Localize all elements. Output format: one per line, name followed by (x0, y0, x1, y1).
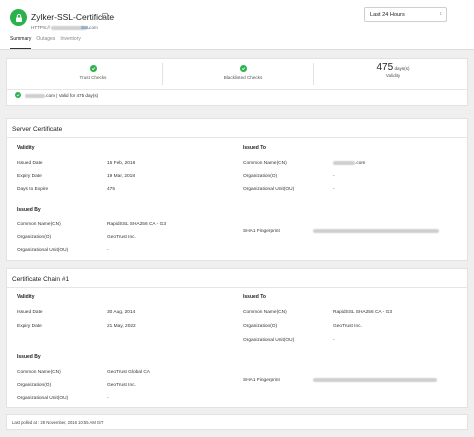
tab-outages[interactable]: Outages (36, 36, 55, 49)
validity-label: Validity (385, 73, 401, 78)
check-circle-icon (239, 65, 247, 72)
field-label: Issued Date (17, 161, 43, 166)
field-label: Expiry Date (17, 174, 42, 179)
field-value: - (333, 174, 335, 179)
field-value: 30 Aug, 2014 (107, 310, 136, 315)
field-value: GeoTrust Inc. (107, 235, 136, 240)
section-title: Server Certificate (12, 126, 63, 133)
field-label: Organization(O) (17, 235, 52, 240)
field-label: Expiry Date (17, 324, 42, 329)
chevron-updown-icon: ↕ (439, 11, 443, 17)
url-prefix: HTTPS:// (31, 25, 50, 30)
validity-status-value: .com | Valid for 475 day(s) (45, 93, 99, 98)
field-value-text: .com (355, 161, 366, 167)
redacted-fingerprint (313, 378, 437, 382)
issued-by-heading: Issued By (17, 207, 41, 213)
trust-checks-stat: Trust Checks (43, 65, 143, 80)
field-label: Common Name(CN) (17, 222, 61, 227)
field-label: Common Name(CN) (243, 161, 287, 166)
last-polled-footer: Last polled at : 28 November, 2016 10:55… (6, 414, 468, 430)
validity-heading: Validity (17, 294, 35, 300)
field-value: 475 (107, 187, 116, 192)
field-label: Organizational Unit(OU) (243, 187, 295, 192)
monitor-status-icon (10, 9, 27, 26)
time-range-select[interactable]: Last 24 Hours ↕ (364, 7, 447, 22)
server-certificate-card: Server Certificate Validity Issued Date … (6, 118, 468, 261)
field-label: Days to Expire (17, 187, 49, 192)
field-value: RapidSSL SHA256 CA - G3 (107, 222, 167, 227)
redacted-host (25, 94, 45, 98)
field-label: Organization(O) (17, 383, 52, 388)
field-value: 15 Feb, 2016 (107, 161, 136, 166)
section-divider (7, 287, 467, 288)
tab-inventory[interactable]: Inventory (60, 36, 81, 49)
validity-heading: Validity (17, 145, 35, 151)
field-label: Organization(O) (243, 324, 278, 329)
field-label: SHA1 Fingerprint (243, 378, 280, 383)
check-circle-icon (89, 65, 97, 72)
field-value: - (107, 248, 109, 253)
tab-summary[interactable]: Summary (10, 36, 32, 49)
sha1-fingerprint-value (313, 229, 439, 234)
field-value: GeoTrust Inc. (333, 324, 362, 329)
field-value: GeoTrust Inc. (107, 383, 136, 388)
blacklisted-checks-label: Blacklisted Checks (223, 75, 263, 80)
sha1-fingerprint-value (313, 378, 437, 383)
field-value: 21 May, 2022 (107, 324, 136, 329)
field-label: Organizational Unit(OU) (17, 396, 69, 401)
redacted-fingerprint (313, 229, 439, 233)
time-range-value: Last 24 Hours (370, 12, 405, 18)
stat-divider (313, 63, 314, 85)
summary-card: Trust Checks Blacklisted Checks 475 days… (6, 58, 468, 106)
stat-divider (162, 63, 163, 85)
field-label: Issued Date (17, 310, 43, 315)
field-label: Common Name(CN) (17, 370, 61, 375)
field-label: SHA1 Fingerprint (243, 229, 280, 234)
field-value: .com (333, 161, 365, 166)
section-title: Certificate Chain #1 (12, 276, 70, 283)
issued-to-heading: Issued To (243, 294, 266, 300)
redacted-host (333, 161, 355, 165)
field-value: - (107, 396, 109, 401)
field-value: GeoTrust Global CA (107, 370, 151, 375)
tab-bar: Summary Outages Inventory (10, 36, 81, 49)
field-value: - (333, 338, 335, 343)
days-unit: days(s) (394, 66, 410, 71)
trust-checks-label: Trust Checks (79, 75, 107, 80)
field-value: RapidSSL SHA256 CA - G3 (333, 310, 393, 315)
field-label: Organization(O) (243, 174, 278, 179)
blacklisted-checks-stat: Blacklisted Checks (193, 65, 293, 80)
field-label: Common Name(CN) (243, 310, 287, 315)
field-value: 19 Mar, 2018 (107, 174, 136, 179)
page-header: Zylker-SSL-Certificate HTTPS://.com SSL … (0, 0, 474, 50)
validity-stat: 475 days(s) Validity (343, 62, 443, 78)
validity-status-row: .com | Valid for 475 day(s) (7, 89, 467, 100)
issued-by-heading: Issued By (17, 354, 41, 360)
field-label: Organizational Unit(OU) (17, 248, 69, 253)
check-circle-icon (15, 92, 21, 98)
days-value: 475 (376, 62, 394, 73)
protocol-tag[interactable]: SSL (81, 25, 90, 30)
field-value: - (333, 187, 335, 192)
certificate-chain-card: Certificate Chain #1 Validity Issued Dat… (6, 268, 468, 408)
validity-status-text: .com | Valid for 475 day(s) (25, 93, 98, 98)
issued-to-heading: Issued To (243, 145, 266, 151)
field-label: Organizational Unit(OU) (243, 338, 295, 343)
copy-icon[interactable] (102, 13, 108, 20)
section-divider (7, 137, 467, 138)
